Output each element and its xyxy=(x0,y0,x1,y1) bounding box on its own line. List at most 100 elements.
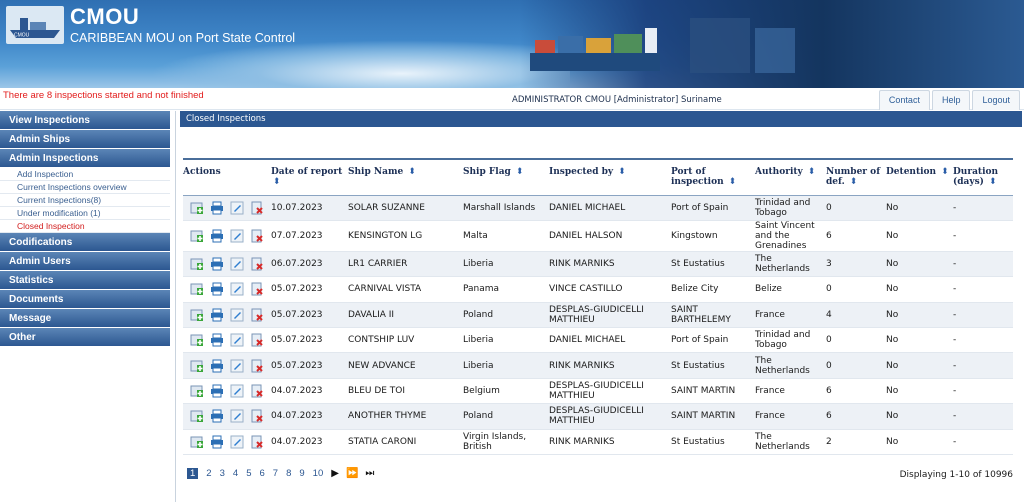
edit-icon[interactable] xyxy=(230,409,244,423)
sidebar-sub-under-modification[interactable]: Under modification (1) xyxy=(0,207,170,220)
edit-icon[interactable] xyxy=(230,435,244,449)
delete-icon[interactable] xyxy=(250,282,264,296)
page-5[interactable]: 5 xyxy=(246,468,251,479)
sidebar-item-admin-users[interactable]: Admin Users xyxy=(0,252,170,271)
edit-icon[interactable] xyxy=(230,333,244,347)
add-icon[interactable] xyxy=(190,229,204,243)
print-icon[interactable] xyxy=(210,308,224,322)
print-icon[interactable] xyxy=(210,409,224,423)
sort-icon[interactable]: ⬍ xyxy=(618,167,626,177)
delete-icon[interactable] xyxy=(250,333,264,347)
print-icon[interactable] xyxy=(210,333,224,347)
delete-icon[interactable] xyxy=(250,409,264,423)
last-page-icon[interactable]: ⏭ xyxy=(365,468,374,479)
logout-link[interactable]: Logout xyxy=(972,90,1020,110)
page-1[interactable]: 1 xyxy=(187,468,199,479)
sort-icon[interactable]: ⬍ xyxy=(408,167,416,177)
page-8[interactable]: 8 xyxy=(286,468,291,479)
print-icon[interactable] xyxy=(210,282,224,296)
delete-icon[interactable] xyxy=(250,359,264,373)
sidebar-sub-current-inspections[interactable]: Current Inspections(8) xyxy=(0,194,170,207)
table-row[interactable]: 10.07.2023 SOLAR SUZANNE Marshall Islands D… xyxy=(183,195,1013,221)
sidebar-item-admin-inspections[interactable]: Admin Inspections xyxy=(0,149,170,168)
sort-icon[interactable]: ⬍ xyxy=(989,177,997,187)
col-inspected-by[interactable]: Inspected by ⬍ xyxy=(549,159,671,195)
page-10[interactable]: 10 xyxy=(313,468,324,479)
add-icon[interactable] xyxy=(190,308,204,322)
table-row[interactable]: 05.07.2023 CONTSHIP LUV Liberia DANIEL MICH… xyxy=(183,328,1013,353)
sort-icon[interactable]: ⬍ xyxy=(729,177,737,187)
table-row[interactable]: 04.07.2023 STATIA CARONI Virgin Islands, B… xyxy=(183,429,1013,455)
col-ship-flag[interactable]: Ship Flag ⬍ xyxy=(463,159,549,195)
sidebar-item-statistics[interactable]: Statistics xyxy=(0,271,170,290)
add-icon[interactable] xyxy=(190,409,204,423)
help-link[interactable]: Help xyxy=(931,90,971,110)
page-2[interactable]: 2 xyxy=(206,468,211,479)
table-row[interactable]: 04.07.2023 ANOTHER THYME Poland DESPLAS-GIU… xyxy=(183,403,1013,430)
delete-icon[interactable] xyxy=(250,201,264,215)
sidebar-item-other[interactable]: Other xyxy=(0,328,170,347)
sort-icon[interactable]: ⬍ xyxy=(850,177,858,187)
panel-title: Closed Inspections xyxy=(180,111,1022,127)
print-icon[interactable] xyxy=(210,435,224,449)
table-row[interactable]: 05.07.2023 CARNIVAL VISTA Panama VINCE CAST… xyxy=(183,277,1013,303)
col-duration[interactable]: Duration (days) ⬍ xyxy=(953,159,1013,195)
add-icon[interactable] xyxy=(190,333,204,347)
unfinished-inspections-warning[interactable]: There are 8 inspections started and not … xyxy=(3,90,204,101)
sidebar-sub-closed-inspection[interactable]: Closed Inspection xyxy=(0,220,170,233)
col-port[interactable]: Port of inspection ⬍ xyxy=(671,159,755,195)
col-detention[interactable]: Detention ⬍ xyxy=(886,159,953,195)
next-icon[interactable]: ▶ xyxy=(331,468,339,479)
sidebar-item-view-inspections[interactable]: View Inspections xyxy=(0,111,170,130)
sort-icon[interactable]: ⬍ xyxy=(516,167,524,177)
table-row[interactable]: 07.07.2023 KENSINGTON LG Malta DANIEL HALSO… xyxy=(183,220,1013,252)
add-icon[interactable] xyxy=(190,384,204,398)
page-9[interactable]: 9 xyxy=(299,468,304,479)
table-row[interactable]: 05.07.2023 DAVALIA II Poland DESPLAS-GIUDIC… xyxy=(183,302,1013,328)
col-ship-name[interactable]: Ship Name ⬍ xyxy=(348,159,463,195)
page-7[interactable]: 7 xyxy=(273,468,278,479)
fast-forward-icon[interactable]: ⏩ xyxy=(346,468,358,479)
add-icon[interactable] xyxy=(190,435,204,449)
edit-icon[interactable] xyxy=(230,359,244,373)
delete-icon[interactable] xyxy=(250,308,264,322)
page-4[interactable]: 4 xyxy=(233,468,238,479)
col-number-def[interactable]: Number of def. ⬍ xyxy=(826,159,886,195)
sidebar-item-admin-ships[interactable]: Admin Ships xyxy=(0,130,170,149)
add-icon[interactable] xyxy=(190,201,204,215)
edit-icon[interactable] xyxy=(230,229,244,243)
col-authority[interactable]: Authority ⬍ xyxy=(755,159,826,195)
edit-icon[interactable] xyxy=(230,282,244,296)
sidebar-sub-add-inspection[interactable]: Add Inspection xyxy=(0,168,170,181)
edit-icon[interactable] xyxy=(230,308,244,322)
sidebar-sub-current-overview[interactable]: Current Inspections overview xyxy=(0,181,170,194)
add-icon[interactable] xyxy=(190,257,204,271)
page-3[interactable]: 3 xyxy=(220,468,225,479)
print-icon[interactable] xyxy=(210,229,224,243)
sort-icon[interactable]: ⬍ xyxy=(941,167,949,177)
contact-link[interactable]: Contact xyxy=(878,90,930,110)
delete-icon[interactable] xyxy=(250,257,264,271)
table-row[interactable]: 06.07.2023 LR1 CARRIER Liberia RINK MARNIKS… xyxy=(183,251,1013,277)
table-row[interactable]: 04.07.2023 BLEU DE TOI Belgium DESPLAS-GIUD… xyxy=(183,378,1013,404)
print-icon[interactable] xyxy=(210,201,224,215)
print-icon[interactable] xyxy=(210,257,224,271)
delete-icon[interactable] xyxy=(250,435,264,449)
sidebar-item-codifications[interactable]: Codifications xyxy=(0,233,170,252)
sidebar-item-message[interactable]: Message xyxy=(0,309,170,328)
print-icon[interactable] xyxy=(210,359,224,373)
delete-icon[interactable] xyxy=(250,229,264,243)
edit-icon[interactable] xyxy=(230,257,244,271)
add-icon[interactable] xyxy=(190,282,204,296)
edit-icon[interactable] xyxy=(230,384,244,398)
edit-icon[interactable] xyxy=(230,201,244,215)
table-row[interactable]: 05.07.2023 NEW ADVANCE Liberia RINK MARNIKS… xyxy=(183,352,1013,379)
sort-icon[interactable]: ⬍ xyxy=(273,177,281,187)
print-icon[interactable] xyxy=(210,384,224,398)
sort-icon[interactable]: ⬍ xyxy=(808,167,816,177)
delete-icon[interactable] xyxy=(250,384,264,398)
page-6[interactable]: 6 xyxy=(259,468,264,479)
add-icon[interactable] xyxy=(190,359,204,373)
sidebar-item-documents[interactable]: Documents xyxy=(0,290,170,309)
col-date[interactable]: Date of report ⬍ xyxy=(271,159,348,195)
